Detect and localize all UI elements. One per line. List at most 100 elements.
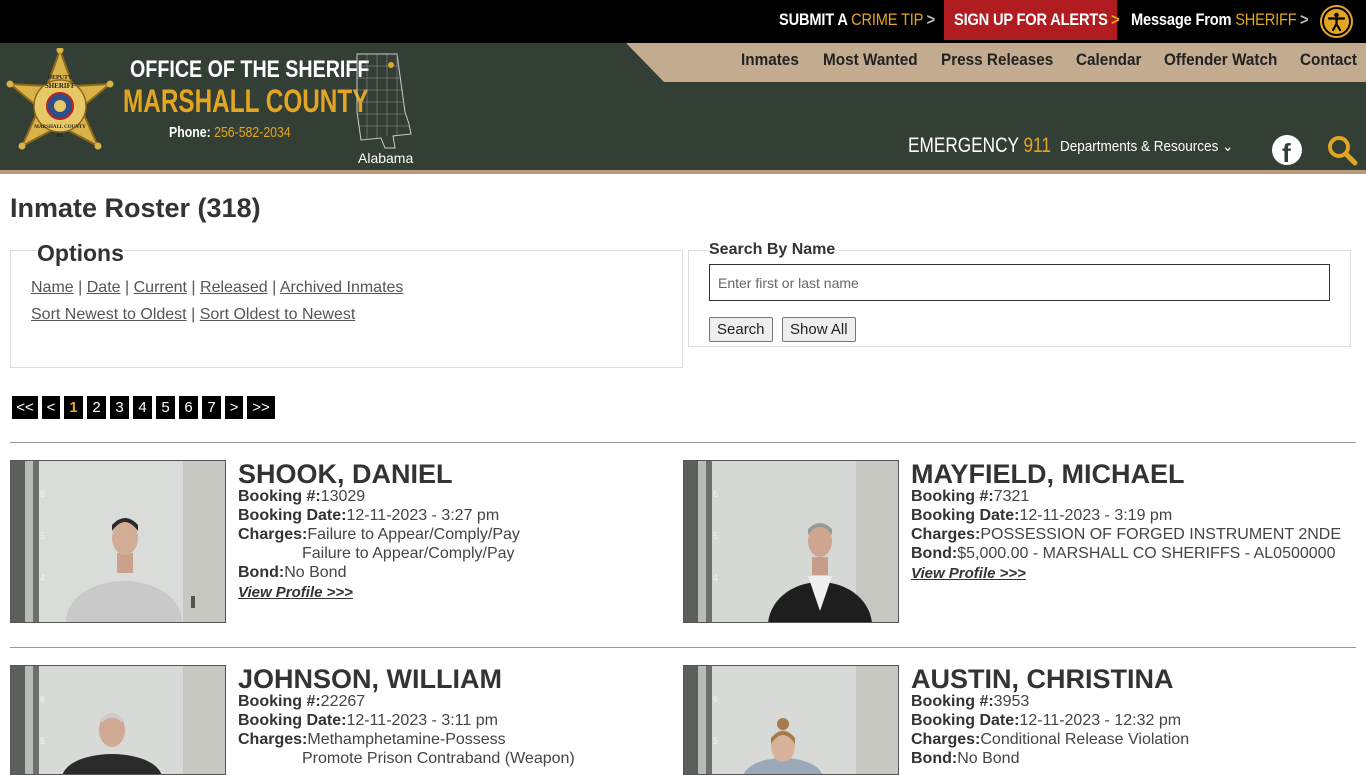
- booking-date-value: 12-11-2023 - 3:19 pm: [1019, 507, 1173, 524]
- released-link[interactable]: Released: [200, 279, 268, 296]
- search-label: Search By Name: [709, 241, 836, 259]
- charge: POSSESSION OF FORGED INSTRUMENT 2NDE: [980, 526, 1341, 543]
- charges-label: Charges:: [238, 731, 308, 748]
- nav-most-wanted[interactable]: Most Wanted: [823, 50, 918, 70]
- svg-text:4: 4: [40, 573, 45, 583]
- charge: Promote Prison Contraband (Weapon): [302, 750, 575, 767]
- search-icon[interactable]: [1326, 134, 1358, 166]
- nav-inmates[interactable]: Inmates: [741, 50, 799, 70]
- departments-dropdown[interactable]: Departments & Resources ⌄: [1060, 137, 1233, 155]
- bond-label: Bond:: [238, 564, 285, 581]
- message-gold: SHERIFF: [1235, 10, 1297, 29]
- nav-offender-watch[interactable]: Offender Watch: [1164, 50, 1277, 70]
- chevron-right-icon: >: [1111, 10, 1120, 29]
- inmate-name: AUSTIN, CHRISTINA: [911, 664, 1174, 694]
- booking-date-label: Booking Date:: [238, 712, 347, 729]
- search-button[interactable]: Search: [709, 317, 773, 342]
- page-3-button[interactable]: 3: [110, 396, 129, 419]
- booking-label: Booking #:: [238, 488, 321, 505]
- inmate-photo[interactable]: 65: [683, 665, 899, 775]
- archived-inmates-link[interactable]: Archived Inmates: [280, 279, 404, 296]
- accessibility-icon[interactable]: [1320, 5, 1353, 38]
- badge-arc-text: SHERIFF: [45, 82, 75, 90]
- booking-number: Booking #:13029: [238, 488, 365, 506]
- emergency-911[interactable]: EMERGENCY 911: [908, 134, 1051, 158]
- next-page-button[interactable]: >: [225, 396, 243, 419]
- emergency-label: EMERGENCY: [908, 134, 1024, 157]
- page-7-button[interactable]: 7: [202, 396, 221, 419]
- page-4-button[interactable]: 4: [133, 396, 152, 419]
- show-all-button[interactable]: Show All: [782, 317, 856, 342]
- bond-value: $5,000.00 - MARSHALL CO SHERIFFS - AL050…: [957, 545, 1336, 562]
- view-profile-link[interactable]: View Profile >>>: [911, 565, 1026, 582]
- booking-date: Booking Date:12-11-2023 - 3:27 pm: [238, 507, 499, 525]
- facebook-icon[interactable]: f: [1272, 135, 1302, 168]
- booking-date-value: 12-11-2023 - 12:32 pm: [1019, 712, 1182, 729]
- page-2-button[interactable]: 2: [87, 396, 106, 419]
- booking-label: Booking #:: [911, 693, 994, 710]
- sign-up-alerts-link[interactable]: SIGN UP FOR ALERTS >: [954, 0, 1120, 40]
- phone-label: Phone:: [169, 124, 215, 141]
- emergency-number: 911: [1023, 134, 1051, 157]
- booking-date-value: 12-11-2023 - 3:11 pm: [346, 712, 498, 729]
- sort-by-name-link[interactable]: Name: [31, 279, 74, 296]
- first-page-button[interactable]: <<: [12, 396, 38, 419]
- booking-date-label: Booking Date:: [238, 507, 347, 524]
- booking-value: 3953: [993, 693, 1030, 710]
- booking-number: Booking #:3953: [911, 693, 1029, 711]
- prev-page-button[interactable]: <: [42, 396, 60, 419]
- booking-label: Booking #:: [911, 488, 994, 505]
- submit-crime-tip-link[interactable]: SUBMIT A CRIME TIP >: [779, 0, 935, 40]
- sheriff-badge-logo[interactable]: DEPUTY SHERIFF MARSHALL COUNTY AL: [6, 48, 114, 166]
- separator: |: [191, 306, 196, 323]
- svg-text:5: 5: [40, 736, 45, 746]
- sort-by-date-link[interactable]: Date: [87, 279, 121, 296]
- charge: Conditional Release Violation: [980, 731, 1190, 748]
- charges: Charges:Methamphetamine-Possess: [238, 731, 506, 749]
- message-prefix: Message From: [1131, 10, 1236, 29]
- badge-al-text: AL: [56, 133, 64, 139]
- charges-label: Charges:: [911, 526, 981, 543]
- svg-text:5: 5: [40, 531, 45, 541]
- charge: Failure to Appear/Comply/Pay: [302, 545, 515, 562]
- page-1-button[interactable]: 1: [64, 396, 83, 419]
- inmate-photo[interactable]: 6 5 4: [10, 460, 226, 623]
- page-5-button[interactable]: 5: [156, 396, 175, 419]
- separator: |: [191, 279, 196, 296]
- svg-text:6: 6: [40, 694, 45, 704]
- booking-label: Booking #:: [238, 693, 321, 710]
- facebook-f-glyph: f: [1282, 138, 1291, 168]
- charges: Charges:POSSESSION OF FORGED INSTRUMENT …: [911, 526, 1341, 544]
- inmate-name: MAYFIELD, MICHAEL: [911, 459, 1185, 489]
- message-from-sheriff-link[interactable]: Message From SHERIFF >: [1131, 0, 1309, 40]
- nav-press-releases[interactable]: Press Releases: [941, 50, 1053, 70]
- inmate-photo[interactable]: 65: [10, 665, 226, 775]
- phone: Phone: 256-582-2034: [169, 124, 291, 141]
- crime-tip-gold: CRIME TIP: [851, 10, 924, 29]
- divider: [10, 647, 1356, 648]
- sort-newest-link[interactable]: Sort Newest to Oldest: [31, 306, 187, 323]
- sort-oldest-link[interactable]: Sort Oldest to Newest: [200, 306, 356, 323]
- crime-tip-prefix: SUBMIT A: [779, 10, 852, 29]
- nav-calendar[interactable]: Calendar: [1076, 50, 1141, 70]
- view-profile-link[interactable]: View Profile >>>: [238, 584, 353, 601]
- nav-contact[interactable]: Contact: [1300, 50, 1357, 70]
- chevron-right-icon: >: [1299, 10, 1309, 29]
- booking-date: Booking Date:12-11-2023 - 3:11 pm: [238, 712, 498, 730]
- charges: Charges:Failure to Appear/Comply/Pay: [238, 526, 520, 544]
- state-label: Alabama: [358, 150, 414, 166]
- page-6-button[interactable]: 6: [179, 396, 198, 419]
- inmate-photo[interactable]: 6 5 4: [683, 460, 899, 623]
- search-input[interactable]: [709, 264, 1330, 301]
- separator: |: [78, 279, 83, 296]
- bond-label: Bond:: [911, 750, 958, 767]
- alabama-map-icon: [356, 53, 412, 149]
- last-page-button[interactable]: >>: [247, 396, 275, 419]
- phone-number[interactable]: 256-582-2034: [214, 124, 291, 141]
- charges: Charges:Conditional Release Violation: [911, 731, 1189, 749]
- chevron-right-icon: >: [926, 10, 936, 29]
- booking-date-label: Booking Date:: [911, 507, 1020, 524]
- booking-value: 22267: [320, 693, 366, 710]
- current-link[interactable]: Current: [134, 279, 187, 296]
- departments-label: Departments & Resources: [1060, 138, 1219, 155]
